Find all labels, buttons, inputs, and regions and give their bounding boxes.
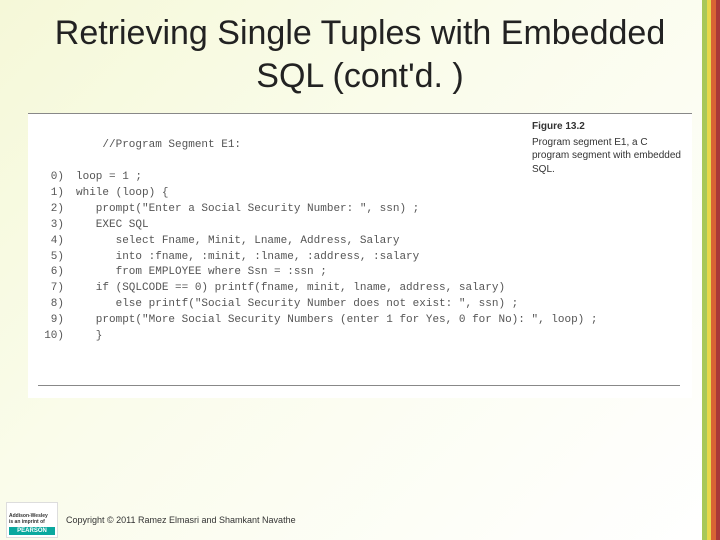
- code-line: 8) else printf("Social Security Number d…: [38, 297, 680, 313]
- line-text: prompt("More Social Security Numbers (en…: [76, 314, 598, 326]
- line-text: if (SQLCODE == 0) printf(fname, minit, l…: [76, 282, 505, 294]
- line-number: 10): [38, 329, 64, 345]
- line-text: loop = 1 ;: [76, 171, 142, 183]
- code-line: 7) if (SQLCODE == 0) printf(fname, minit…: [38, 281, 680, 297]
- line-number: 0): [38, 170, 64, 186]
- code-line: 4) select Fname, Minit, Lname, Address, …: [38, 234, 680, 250]
- line-text: else printf("Social Security Number does…: [76, 298, 518, 310]
- line-number: 8): [38, 297, 64, 313]
- line-number: 7): [38, 281, 64, 297]
- code-comment: //Program Segment E1:: [64, 139, 241, 151]
- code-line: 5) into :fname, :minit, :lname, :address…: [38, 250, 680, 266]
- publisher-brand: PEARSON: [9, 527, 55, 535]
- footer: Addison-Wesley is an imprint of PEARSON …: [0, 502, 296, 538]
- line-text: prompt("Enter a Social Security Number: …: [76, 203, 419, 215]
- line-number: 5): [38, 250, 64, 266]
- line-text: from EMPLOYEE where Ssn = :ssn ;: [76, 266, 327, 278]
- slide-title: Retrieving Single Tuples with Embedded S…: [0, 0, 720, 105]
- code-line: 1) while (loop) {: [38, 186, 680, 202]
- line-text: EXEC SQL: [76, 219, 149, 231]
- line-number: 6): [38, 265, 64, 281]
- line-number: 2): [38, 202, 64, 218]
- copyright-text: Copyright © 2011 Ramez Elmasri and Shamk…: [66, 515, 296, 525]
- line-text: }: [76, 330, 102, 342]
- decorative-stripes: [702, 0, 720, 540]
- code-line: 10) }: [38, 329, 680, 345]
- code-line: 9) prompt("More Social Security Numbers …: [38, 313, 680, 329]
- figure-caption-text: Program segment E1, a C program segment …: [532, 137, 681, 175]
- imprint-line: is an imprint of: [9, 520, 55, 526]
- figure-caption: Figure 13.2 Program segment E1, a C prog…: [532, 120, 682, 176]
- line-number: 4): [38, 234, 64, 250]
- line-number: 3): [38, 218, 64, 234]
- code-line: 2) prompt("Enter a Social Security Numbe…: [38, 202, 680, 218]
- line-text: while (loop) {: [76, 187, 168, 199]
- line-number: 9): [38, 313, 64, 329]
- code-line: 3) EXEC SQL: [38, 218, 680, 234]
- code-line: 6) from EMPLOYEE where Ssn = :ssn ;: [38, 265, 680, 281]
- figure-label: Figure 13.2: [532, 120, 682, 134]
- line-text: into :fname, :minit, :lname, :address, :…: [76, 251, 419, 263]
- line-text: select Fname, Minit, Lname, Address, Sal…: [76, 235, 399, 247]
- publisher-logo: Addison-Wesley is an imprint of PEARSON: [6, 502, 58, 538]
- line-number: 1): [38, 186, 64, 202]
- figure-panel: Figure 13.2 Program segment E1, a C prog…: [28, 113, 692, 398]
